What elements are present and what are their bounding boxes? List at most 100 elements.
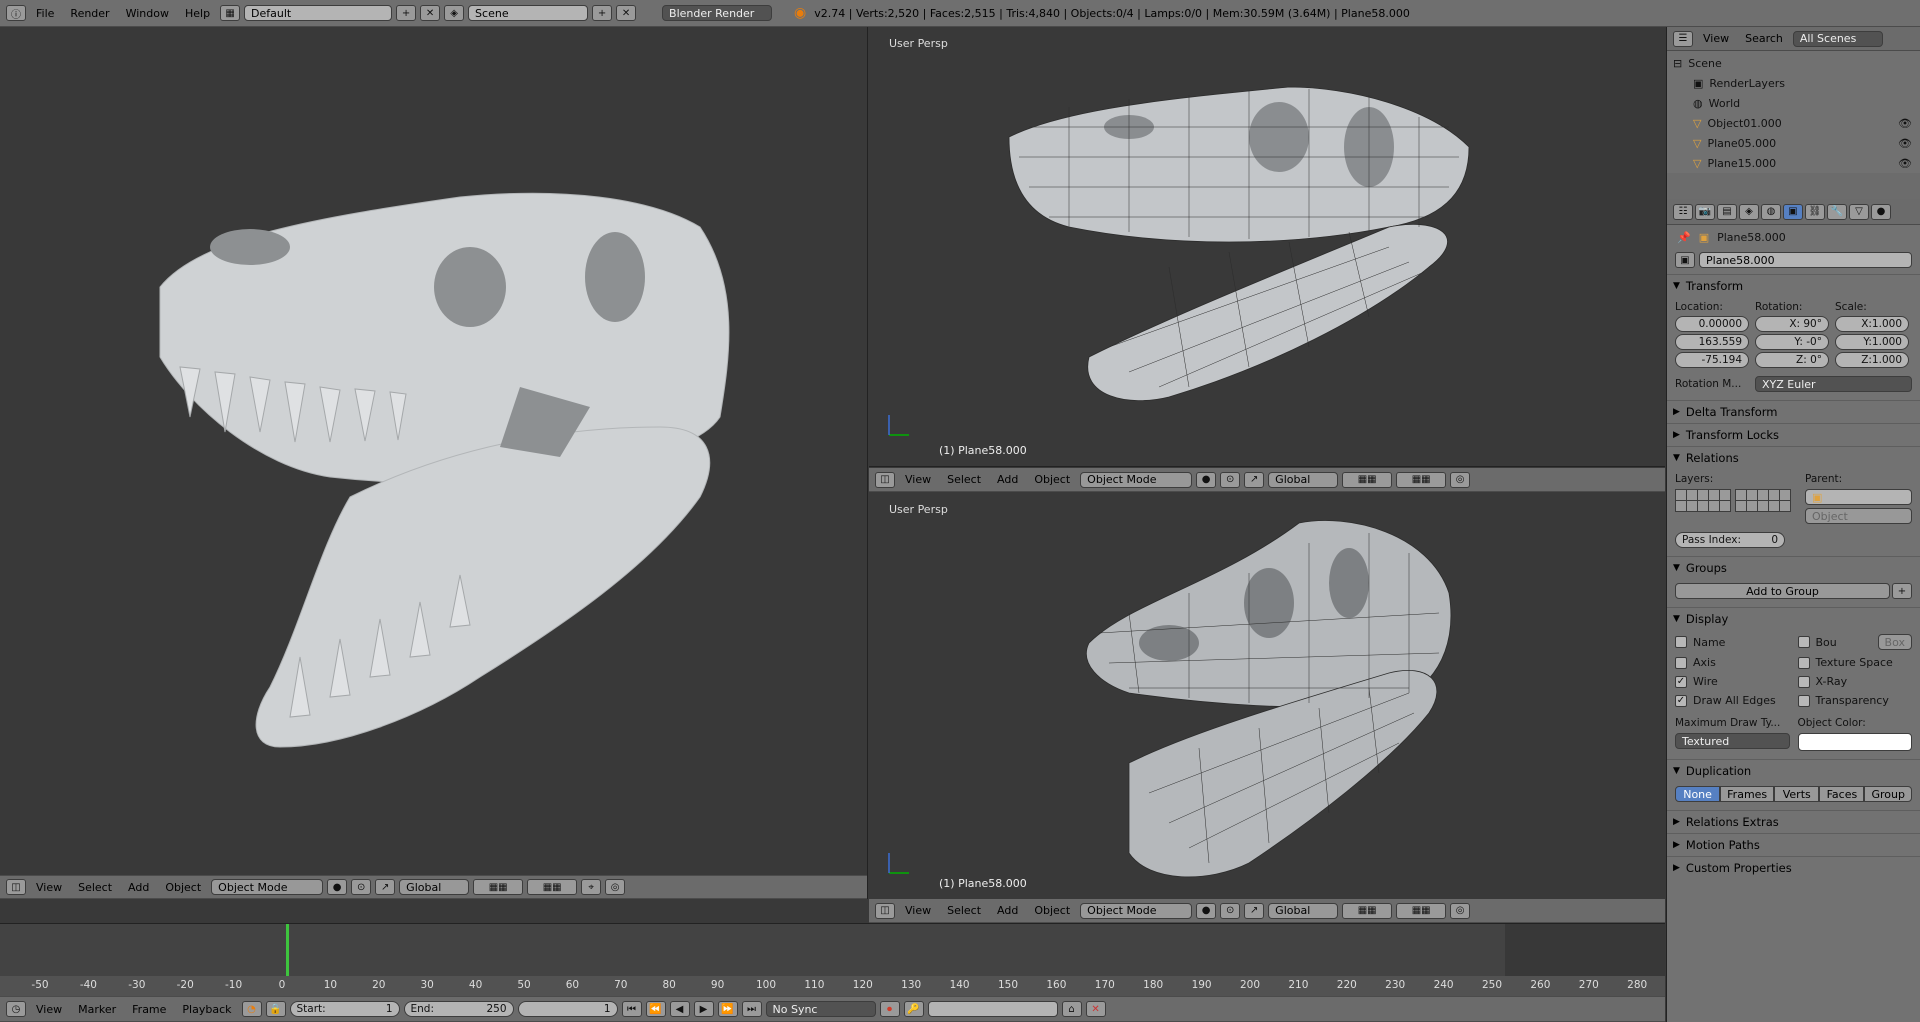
- mode-dropdown[interactable]: Object Mode: [1080, 902, 1193, 919]
- menu-object[interactable]: Object: [1028, 904, 1076, 917]
- info-editor-icon[interactable]: ⓘ: [6, 5, 26, 21]
- menu-window[interactable]: Window: [120, 7, 175, 20]
- duplication-none-button[interactable]: None: [1675, 786, 1721, 802]
- screen-layout-icon[interactable]: ▦: [220, 5, 241, 21]
- start-frame-field[interactable]: Start: 1: [289, 1001, 400, 1017]
- use-preview-range-icon[interactable]: ◔: [241, 1001, 262, 1017]
- end-frame-field[interactable]: End: 250: [403, 1001, 514, 1017]
- duplication-faces-button[interactable]: Faces: [1819, 786, 1865, 802]
- layers-icon-2[interactable]: ▦▦: [527, 879, 578, 895]
- rotation-x-field[interactable]: X: 90°: [1755, 316, 1829, 332]
- menu-render[interactable]: Render: [64, 7, 115, 20]
- visibility-eye-icon[interactable]: 👁: [1898, 117, 1912, 130]
- manipulator-icon[interactable]: ↗: [1244, 902, 1265, 919]
- scale-y-field[interactable]: Y:1.000: [1835, 334, 1909, 350]
- timeline-cursor[interactable]: [286, 924, 289, 976]
- display-axis-checkbox[interactable]: Axis: [1675, 656, 1790, 669]
- outliner-item-plane05[interactable]: ▽ Plane05.000 👁: [1667, 133, 1920, 153]
- object-color-swatch[interactable]: [1797, 733, 1912, 751]
- lock-icon[interactable]: 🔒: [265, 1001, 286, 1017]
- keying-set-field[interactable]: [927, 1001, 1058, 1017]
- manipulator-icon[interactable]: ↗: [375, 879, 396, 895]
- menu-help[interactable]: Help: [179, 7, 216, 20]
- display-panel-header[interactable]: ▼ Display: [1667, 607, 1920, 630]
- add-scene-icon[interactable]: +: [592, 5, 613, 21]
- location-x-field[interactable]: 0.00000: [1675, 316, 1749, 332]
- scene-field[interactable]: Scene: [468, 5, 589, 21]
- orientation-dropdown[interactable]: Global: [399, 879, 470, 895]
- orientation-dropdown[interactable]: Global: [1268, 902, 1339, 919]
- rotation-z-field[interactable]: Z: 0°: [1755, 352, 1829, 368]
- timeline-editor-icon[interactable]: ◷: [6, 1001, 26, 1017]
- location-z-field[interactable]: -75.194: [1675, 352, 1749, 368]
- render-icon[interactable]: ◎: [1450, 902, 1471, 919]
- constraints-tab-icon[interactable]: ⛓: [1805, 203, 1825, 220]
- scale-z-field[interactable]: Z:1.000: [1835, 352, 1909, 368]
- pivot-icon[interactable]: ⊙: [1220, 471, 1241, 488]
- layers-icon[interactable]: ▦▦: [1342, 902, 1393, 919]
- duplication-frames-button[interactable]: Frames: [1720, 786, 1775, 802]
- play-reverse-icon[interactable]: ◀: [669, 1001, 690, 1017]
- shading-icon[interactable]: ●: [1196, 471, 1217, 488]
- menu-add[interactable]: Add: [122, 881, 155, 894]
- display-transparency-checkbox[interactable]: Transparency: [1797, 694, 1913, 707]
- current-frame-field[interactable]: 1: [517, 1001, 618, 1017]
- motion-paths-header[interactable]: ▶ Motion Paths: [1667, 833, 1920, 856]
- pivot-icon[interactable]: ⊙: [1220, 902, 1241, 919]
- viewport-bottom-right[interactable]: User Persp (1) Plane58.000: [869, 493, 1665, 899]
- world-tab-icon[interactable]: ◍: [1761, 203, 1781, 220]
- outliner-menu-view[interactable]: View: [1697, 32, 1735, 45]
- max-draw-type-dropdown[interactable]: Textured: [1675, 733, 1790, 749]
- menu-add[interactable]: Add: [991, 473, 1024, 486]
- layers-tab-icon[interactable]: ▤: [1717, 203, 1737, 220]
- object-name-field[interactable]: Plane58.000: [1699, 252, 1912, 268]
- parent-type-dropdown[interactable]: Object: [1805, 508, 1912, 524]
- delete-keyframe-icon[interactable]: ✕: [1085, 1001, 1106, 1017]
- properties-editor-icon[interactable]: ☷: [1673, 203, 1693, 220]
- add-group-plus-icon[interactable]: +: [1892, 583, 1912, 599]
- object-tab-icon[interactable]: ▣: [1783, 203, 1803, 220]
- layers-icon-2[interactable]: ▦▦: [1396, 902, 1447, 919]
- snap-icon[interactable]: ⌖: [581, 879, 602, 895]
- scene-icon[interactable]: ◈: [444, 5, 465, 21]
- shading-icon[interactable]: ●: [327, 879, 348, 895]
- manipulator-icon[interactable]: ↗: [1244, 471, 1265, 488]
- view3d-editor-icon[interactable]: ◫: [875, 902, 895, 919]
- viewport-left[interactable]: ◫ View Select Add Object Object Mode ● ⊙…: [0, 27, 868, 899]
- outliner-menu-search[interactable]: Search: [1739, 32, 1789, 45]
- timeline-menu-marker[interactable]: Marker: [72, 1003, 122, 1016]
- outliner-item-world[interactable]: ◍ World: [1667, 93, 1920, 113]
- relations-panel-header[interactable]: ▼ Relations: [1667, 446, 1920, 469]
- duplication-group-button[interactable]: Group: [1864, 786, 1912, 802]
- pass-index-field[interactable]: Pass Index: 0: [1675, 532, 1785, 548]
- display-wire-checkbox[interactable]: ✓ Wire: [1675, 675, 1790, 688]
- keying-set-icon[interactable]: 🔑: [903, 1001, 924, 1017]
- orientation-dropdown[interactable]: Global: [1268, 471, 1339, 488]
- display-xray-checkbox[interactable]: X-Ray: [1797, 675, 1913, 688]
- custom-properties-header[interactable]: ▶ Custom Properties: [1667, 856, 1920, 879]
- bounds-type-dropdown[interactable]: Box: [1877, 634, 1912, 650]
- duplication-verts-button[interactable]: Verts: [1774, 786, 1820, 802]
- layers-icon[interactable]: ▦▦: [473, 879, 524, 895]
- modifiers-tab-icon[interactable]: 🔧: [1827, 203, 1847, 220]
- menu-view[interactable]: View: [899, 904, 937, 917]
- outliner-item-object01[interactable]: ▽ Object01.000 👁: [1667, 113, 1920, 133]
- transform-locks-header[interactable]: ▶ Transform Locks: [1667, 423, 1920, 446]
- add-to-group-button[interactable]: Add to Group: [1675, 583, 1890, 599]
- outliner-item-renderlayers[interactable]: ▣ RenderLayers: [1667, 73, 1920, 93]
- remove-scene-icon[interactable]: ✕: [616, 5, 637, 21]
- record-icon[interactable]: ⏺: [879, 1001, 900, 1017]
- render-icon[interactable]: ◎: [605, 879, 626, 895]
- jump-keyframe-back-icon[interactable]: ⏪: [645, 1001, 666, 1017]
- viewport-top-right[interactable]: User Persp (1) Plane58.000: [869, 27, 1665, 467]
- timeline-menu-frame[interactable]: Frame: [126, 1003, 172, 1016]
- render-engine-dropdown[interactable]: Blender Render: [662, 5, 773, 21]
- view3d-editor-icon[interactable]: ◫: [6, 879, 26, 895]
- scene-tab-icon[interactable]: ◈: [1739, 203, 1759, 220]
- menu-object[interactable]: Object: [1028, 473, 1076, 486]
- menu-object[interactable]: Object: [159, 881, 207, 894]
- jump-keyframe-forward-icon[interactable]: ⏩: [717, 1001, 738, 1017]
- insert-keyframe-icon[interactable]: ⌂: [1061, 1001, 1082, 1017]
- parent-field[interactable]: ▣: [1805, 489, 1912, 505]
- display-name-checkbox[interactable]: Name: [1675, 634, 1790, 650]
